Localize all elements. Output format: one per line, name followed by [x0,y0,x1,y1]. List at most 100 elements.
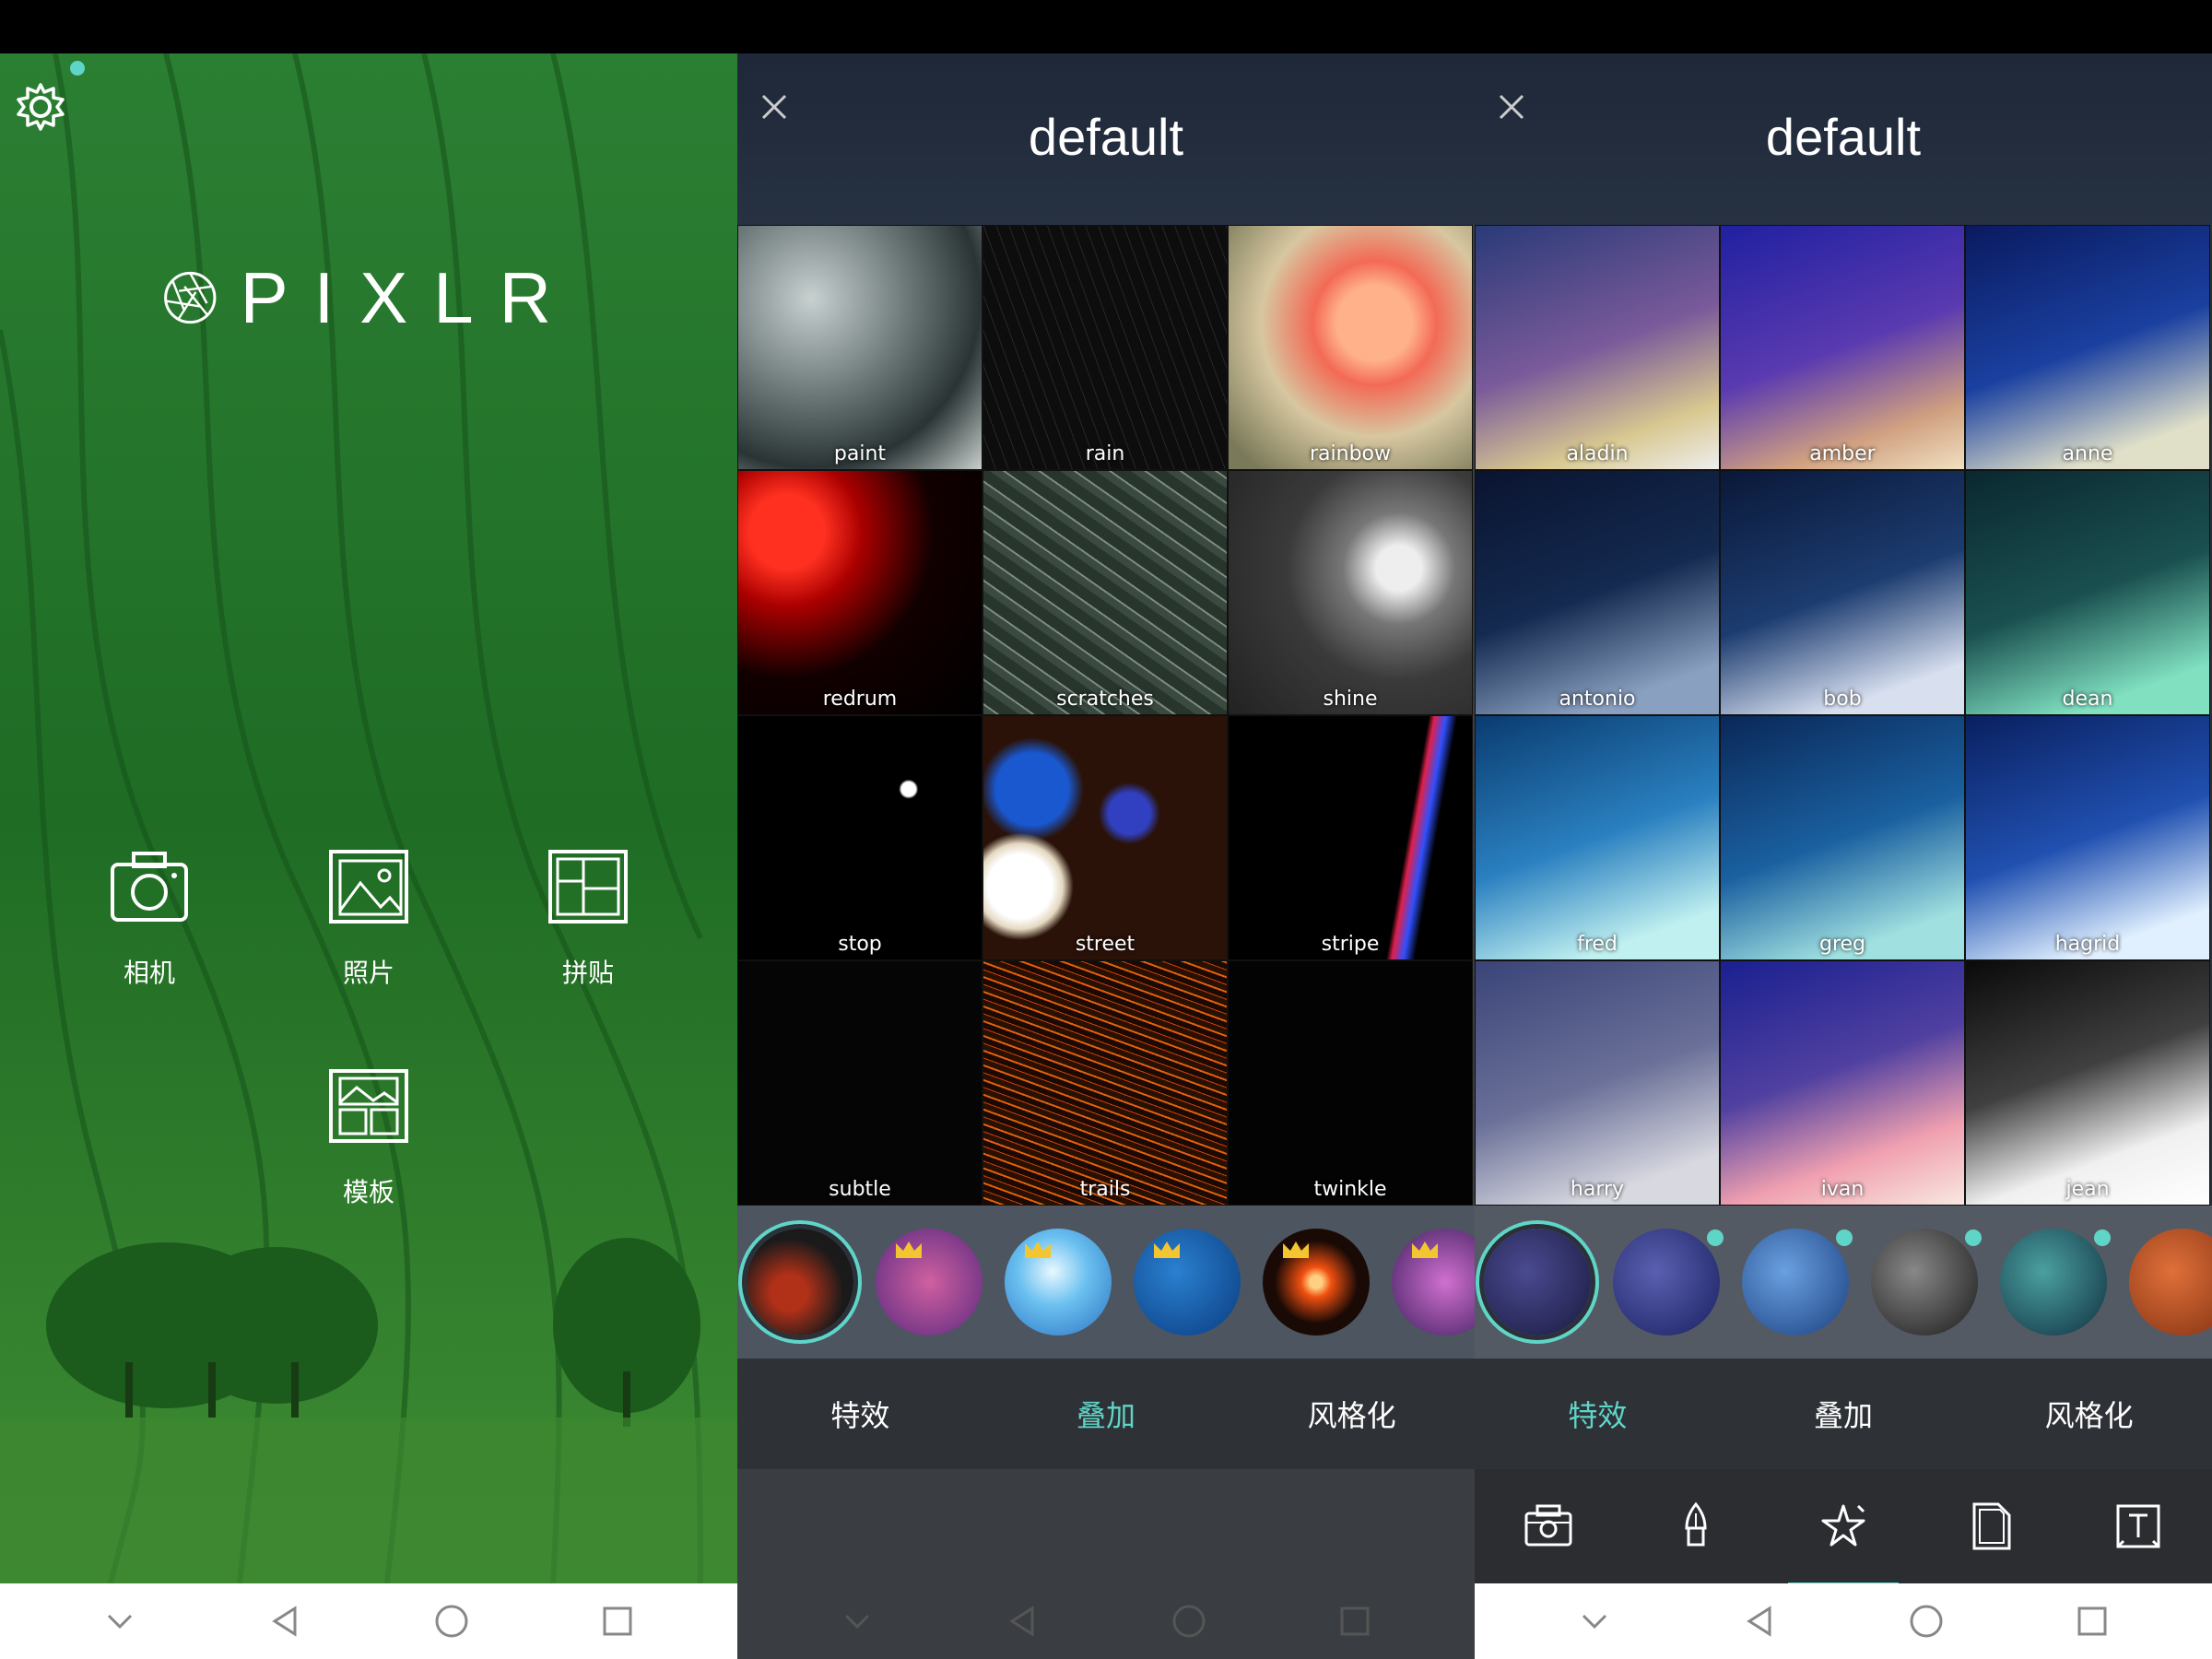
tab-stylize[interactable]: 风格化 [1988,1393,2191,1435]
text-tool-icon[interactable] [2106,1494,2171,1559]
collage-icon [548,850,628,924]
template-label: 模板 [342,1177,394,1207]
photo-icon [329,850,408,924]
overlay-title: default [1028,108,1184,166]
nav-down-icon[interactable] [830,1594,885,1649]
effect-tile-antonio[interactable]: antonio [1475,470,1720,715]
effect-tile-anne[interactable]: anne [1965,225,2210,470]
new-badge-dot [1707,1230,1724,1246]
crown-icon [896,1241,922,1258]
overlay-tile-street[interactable]: street [982,715,1228,960]
new-badge-dot [2094,1230,2111,1246]
overlay-tile-stop[interactable]: stop [737,715,982,960]
overlay-tool-icon[interactable] [1959,1494,2023,1559]
overlay-thumb[interactable] [747,1229,853,1335]
effect-tile-harry[interactable]: harry [1475,960,1720,1206]
effect-thumb[interactable] [1871,1229,1978,1335]
new-badge-dot [1836,1230,1853,1246]
overlay-tile-rain[interactable]: rain [982,225,1228,470]
logo-text: PIXLR [240,256,577,338]
effect-tile-fred[interactable]: fred [1475,715,1720,960]
overlay-tile-trails[interactable]: trails [982,960,1228,1206]
brush-tool-icon[interactable] [1664,1494,1728,1559]
overlay-tile-rainbow[interactable]: rainbow [1228,225,1473,470]
nav-back-icon[interactable] [995,1594,1051,1649]
system-nav-bar [0,1583,737,1659]
tab-effects[interactable]: 特效 [759,1393,961,1435]
effect-header: default [1475,53,2212,225]
crown-icon [1283,1241,1309,1258]
collage-label: 拼贴 [561,958,614,988]
effect-tile-ivan[interactable]: ivan [1720,960,1965,1206]
effect-tile-amber[interactable]: amber [1720,225,1965,470]
overlay-tile-paint[interactable]: paint [737,225,982,470]
tab-effects[interactable]: 特效 [1496,1393,1699,1435]
aperture-icon [164,271,217,324]
tab-overlay[interactable]: 叠加 [1742,1393,1945,1435]
effect-thumb[interactable] [2129,1229,2212,1335]
camera-button[interactable]: 相机 [85,846,214,990]
settings-gear-icon[interactable] [13,79,68,135]
nav-recents-icon[interactable] [2065,1594,2120,1649]
overlay-grid: paint rain rainbow redrum scratches shin… [737,225,1475,1206]
effect-tile-greg[interactable]: greg [1720,715,1965,960]
photo-button[interactable]: 照片 [304,846,433,990]
nav-recents-icon[interactable] [1327,1594,1382,1649]
empty-toolbar [737,1469,1475,1583]
nav-down-icon[interactable] [92,1594,147,1649]
effect-thumb[interactable] [2000,1229,2107,1335]
overlay-header: default [737,53,1475,225]
overlay-tile-stripe[interactable]: stripe [1228,715,1473,960]
overlay-tile-scratches[interactable]: scratches [982,470,1228,715]
template-button[interactable]: 模板 [304,1065,433,1209]
effect-thumb[interactable] [1613,1229,1720,1335]
overlay-tile-redrum[interactable]: redrum [737,470,982,715]
overlay-thumb[interactable] [1005,1229,1112,1335]
pixlr-logo: PIXLR [162,247,577,348]
tab-stylize[interactable]: 风格化 [1251,1393,1453,1435]
nav-home-icon[interactable] [424,1594,479,1649]
overlay-tile-twinkle[interactable]: twinkle [1228,960,1473,1206]
camera-tool-icon[interactable] [1516,1494,1581,1559]
effect-thumb[interactable] [1742,1229,1849,1335]
tab-overlay[interactable]: 叠加 [1005,1393,1207,1435]
overlay-thumbnail-strip [737,1206,1475,1359]
edit-toolbar [1475,1469,2212,1588]
crown-icon [1412,1241,1438,1258]
effect-tabs: 特效 叠加 风格化 [1475,1359,2212,1469]
new-badge-dot [1965,1230,1982,1246]
crown-icon [1154,1241,1180,1258]
effect-title: default [1765,108,1922,166]
camera-icon [111,852,188,922]
overlay-tile-subtle[interactable]: subtle [737,960,982,1206]
overlay-thumb[interactable] [876,1229,982,1335]
system-nav-bar [737,1583,1475,1659]
nav-down-icon[interactable] [1567,1594,1622,1649]
camera-label: 相机 [123,958,175,988]
effect-tile-aladin[interactable]: aladin [1475,225,1720,470]
nav-home-icon[interactable] [1899,1594,1954,1649]
notification-dot [70,61,85,76]
photo-label: 照片 [342,958,394,988]
overlay-tile-shine[interactable]: shine [1228,470,1473,715]
effect-tile-bob[interactable]: bob [1720,470,1965,715]
overlay-thumb[interactable] [1263,1229,1370,1335]
overlay-tabs: 特效 叠加 风格化 [737,1359,1475,1469]
nav-back-icon[interactable] [258,1594,313,1649]
effect-tile-jean[interactable]: jean [1965,960,2210,1206]
effect-tile-hagrid[interactable]: hagrid [1965,715,2210,960]
nav-recents-icon[interactable] [590,1594,645,1649]
home-screen: PIXLR 相机 照片 拼贴 模板 [0,53,737,1659]
nav-home-icon[interactable] [1161,1594,1217,1649]
template-icon [329,1069,408,1143]
effects-tool-icon[interactable] [1788,1494,1899,1588]
effect-tile-dean[interactable]: dean [1965,470,2210,715]
collage-button[interactable]: 拼贴 [524,846,653,990]
overlay-thumb[interactable] [1392,1229,1475,1335]
system-nav-bar [1475,1583,2212,1659]
crown-icon [1025,1241,1051,1258]
nav-back-icon[interactable] [1733,1594,1788,1649]
effect-thumbnail-strip [1475,1206,2212,1359]
overlay-thumb[interactable] [1134,1229,1241,1335]
effect-thumb[interactable] [1484,1229,1591,1335]
